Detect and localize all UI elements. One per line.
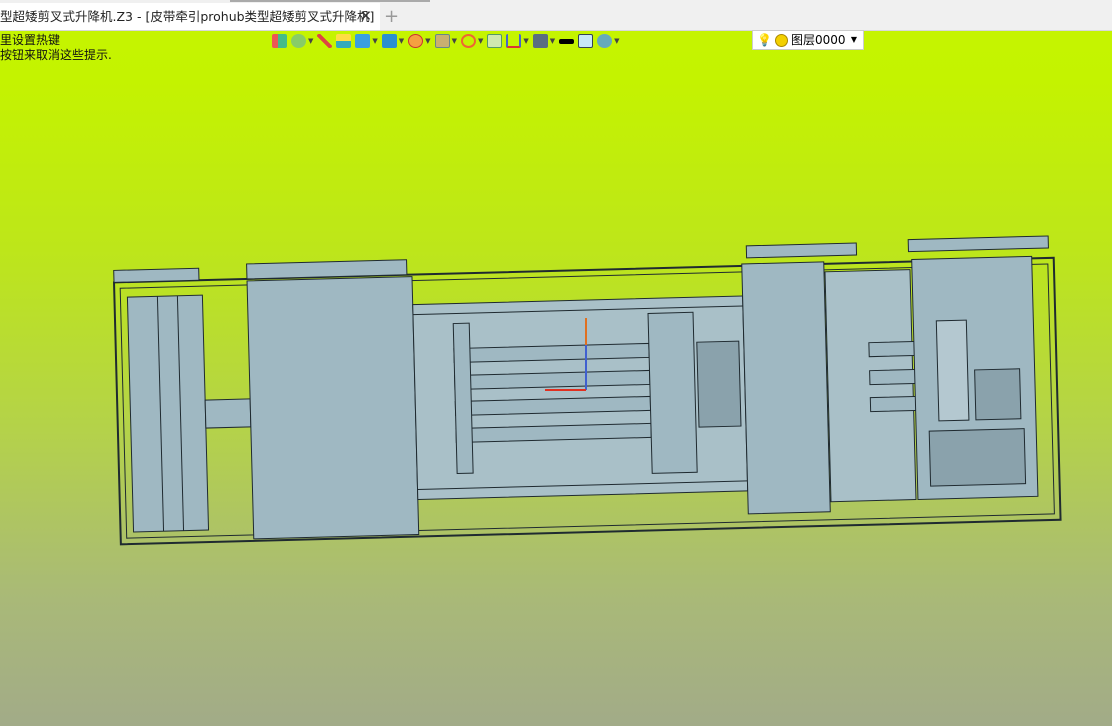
gearbox	[928, 428, 1027, 487]
left-end-plate	[126, 294, 210, 533]
top-bracket	[113, 267, 200, 283]
top-bracket	[745, 242, 858, 259]
pulley	[935, 319, 970, 422]
motor	[974, 368, 1022, 421]
top-bracket	[907, 235, 1049, 253]
right-panel	[741, 261, 831, 515]
block	[647, 311, 698, 474]
roller	[452, 322, 474, 475]
clamp	[696, 340, 742, 428]
scissor-lift-model	[112, 235, 1062, 546]
cylinder	[204, 398, 252, 429]
left-panel	[246, 276, 420, 540]
right-bay	[824, 269, 917, 503]
cad-model-viewport[interactable]	[0, 0, 1112, 726]
